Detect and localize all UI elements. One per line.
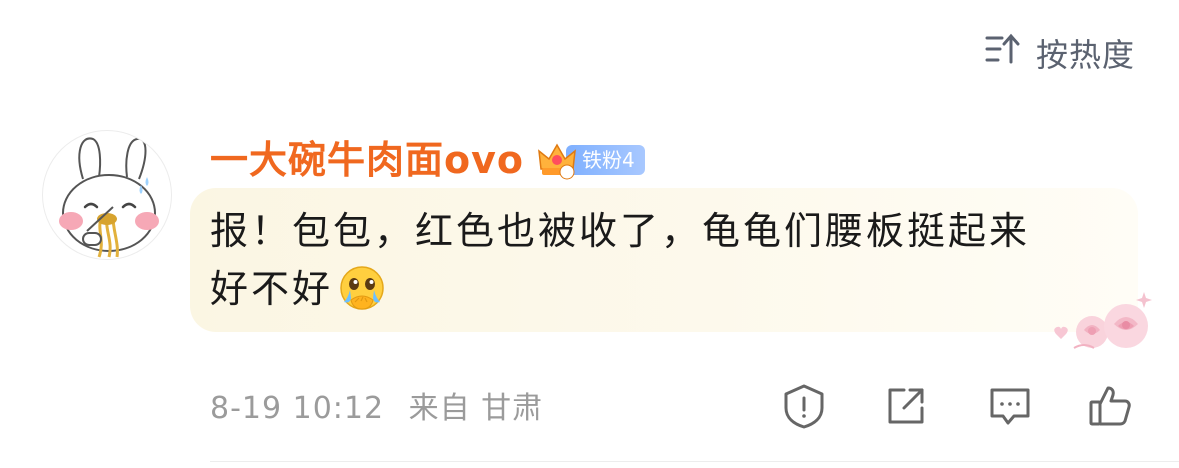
crying-face-emoji-icon <box>337 264 387 314</box>
comment-text-line-2: 好不好 <box>210 267 334 311</box>
comment-button[interactable] <box>984 382 1036 434</box>
like-icon <box>1086 382 1134 434</box>
bottom-divider <box>210 461 1179 462</box>
crown-icon <box>536 139 578 181</box>
comment-text-line-2-wrap: 好不好 <box>210 260 1110 318</box>
comment-icon <box>986 382 1034 434</box>
comment-meta: 8-19 10:12 来自 甘肃 <box>210 388 543 430</box>
username[interactable]: 一大碗牛肉面ovo <box>210 132 524 188</box>
sort-icon <box>982 28 1024 81</box>
comment-text-line-1: 报！包包，红色也被收了，龟龟们腰板挺起来 <box>210 209 1031 253</box>
comment-page: 按热度 一大碗牛肉面ovo 铁粉4 报！包包，红色也被收了，龟龟们腰板挺起来 好… <box>0 0 1179 468</box>
share-button[interactable] <box>880 382 932 434</box>
like-button[interactable] <box>1084 382 1136 434</box>
comment-source: 来自 甘肃 <box>408 391 544 426</box>
comment-header: 一大碗牛肉面ovo 铁粉4 <box>210 132 645 188</box>
sort-by-heat-button[interactable]: 按热度 <box>982 28 1135 81</box>
share-icon <box>882 382 930 434</box>
avatar[interactable] <box>42 130 172 260</box>
roses-decoration-icon <box>1044 286 1164 362</box>
fan-badge[interactable]: 铁粉4 <box>536 139 645 181</box>
comment-text: 报！包包，红色也被收了，龟龟们腰板挺起来 好不好 <box>210 202 1110 318</box>
report-button[interactable] <box>778 382 830 434</box>
comment-date: 8-19 10:12 <box>210 391 385 426</box>
sort-label: 按热度 <box>1035 35 1135 74</box>
report-icon <box>780 382 828 434</box>
